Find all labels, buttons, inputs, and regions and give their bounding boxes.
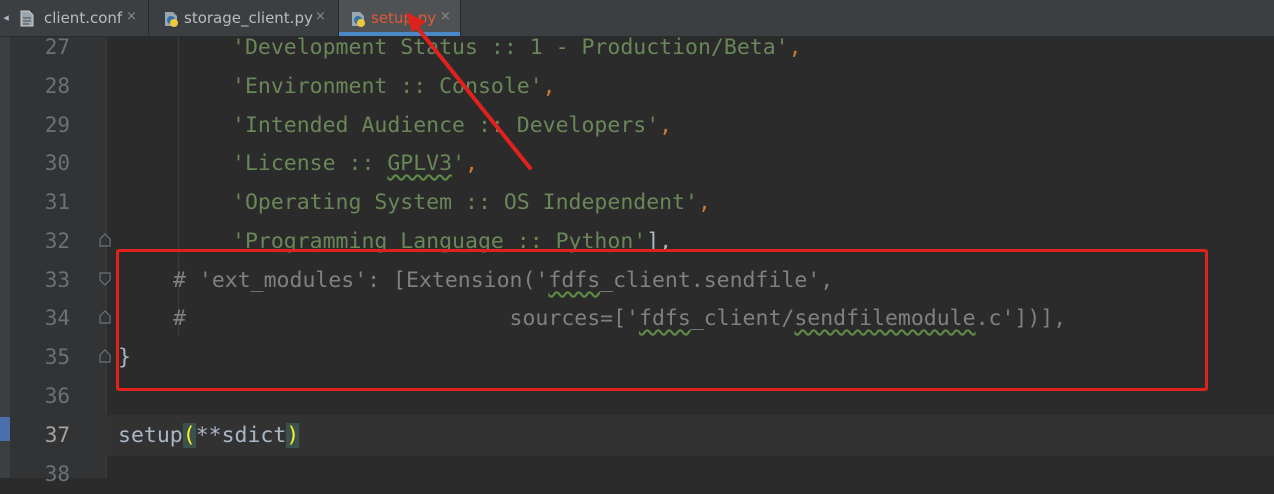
- annotation-arrow-icon: [406, 12, 532, 170]
